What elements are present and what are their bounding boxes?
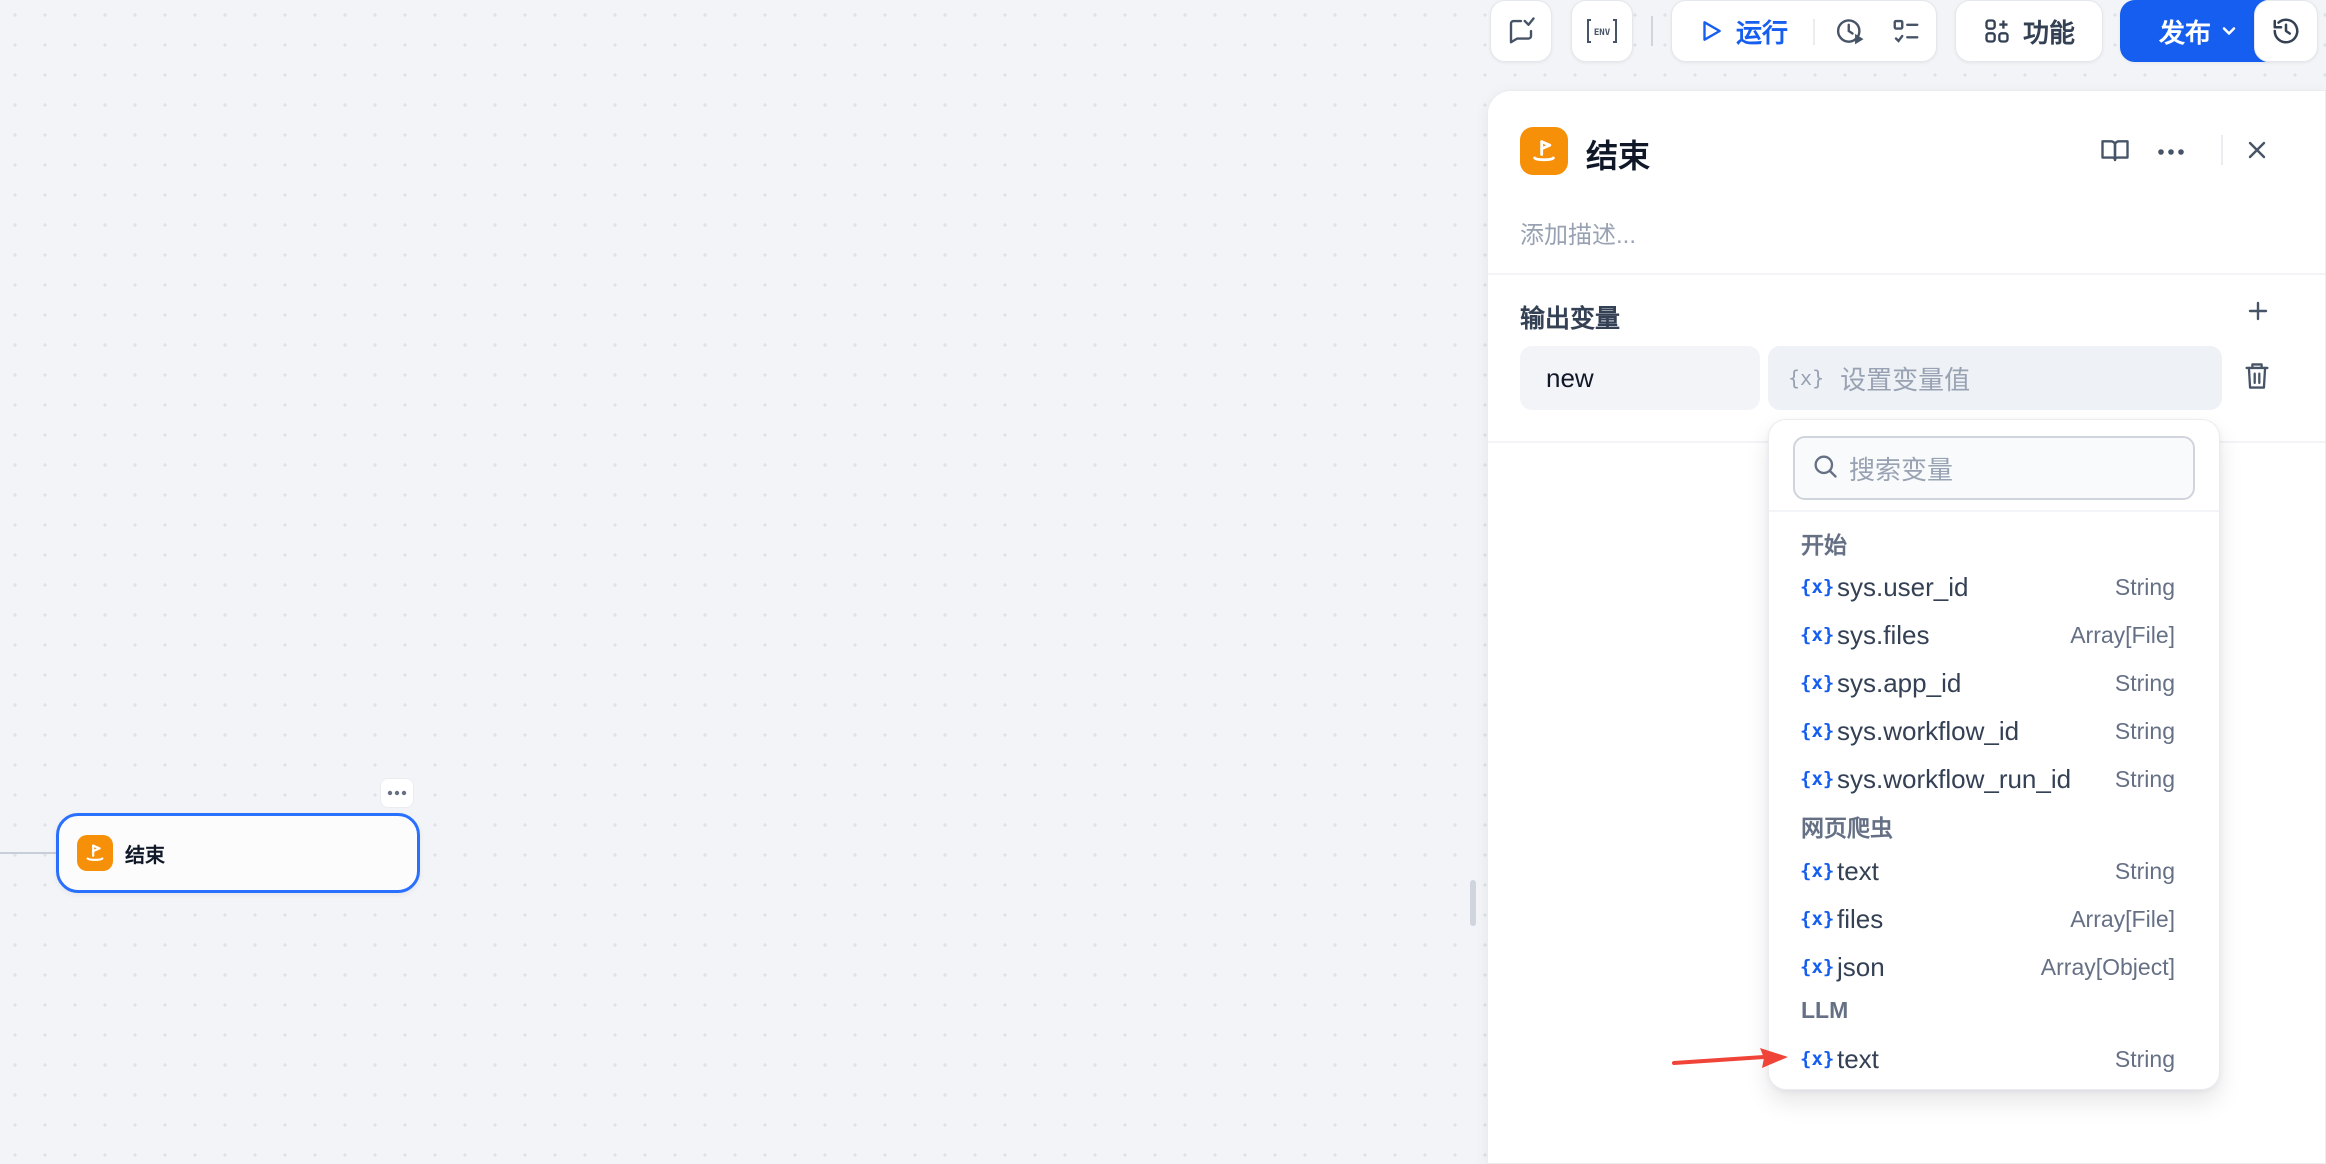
end-node-title: 结束: [125, 844, 165, 867]
run-divider: [1813, 19, 1815, 45]
variable-value-placeholder: 设置变量值: [1840, 364, 1971, 395]
group-title-start: 开始: [1801, 532, 1847, 558]
variable-option-type: String: [2114, 857, 2175, 884]
play-icon: [1698, 18, 1724, 44]
description-input[interactable]: 添加描述...: [1520, 215, 1636, 250]
variable-option-type: Array[File]: [2070, 621, 2175, 648]
variable-option[interactable]: {x} text String: [1769, 847, 2219, 895]
env-icon: ENV: [1586, 17, 1618, 45]
features-label: 功能: [2022, 17, 2075, 48]
variable-option[interactable]: {x} json Array[Object]: [1769, 943, 2219, 991]
header-divider: [2221, 135, 2223, 165]
variable-option[interactable]: {x} sys.app_id String: [1769, 659, 2219, 707]
docs-button[interactable]: [2098, 135, 2132, 169]
red-arrow-annotation: [1672, 1048, 1788, 1068]
variable-option-name: json: [1837, 951, 1885, 982]
variable-value-selector[interactable]: {x} 设置变量值: [1768, 346, 2222, 410]
variable-icon: {x}: [1800, 1048, 1835, 1070]
run-button[interactable]: 运行: [1672, 1, 1812, 61]
close-panel-button[interactable]: [2240, 135, 2274, 169]
features-button[interactable]: 功能: [1955, 0, 2103, 62]
variable-option-name: sys.app_id: [1837, 667, 1962, 698]
group-title-web-crawler: 网页爬虫: [1801, 815, 1893, 841]
panel-resize-handle[interactable]: [1470, 880, 1476, 926]
variable-option[interactable]: {x} sys.files Array[File]: [1769, 611, 2219, 659]
variable-option-name: files: [1837, 903, 1884, 934]
comment-check-button[interactable]: [1490, 0, 1552, 62]
panel-divider: [1488, 273, 2325, 275]
variable-icon: {x}: [1800, 720, 1835, 742]
variable-icon: {x}: [1800, 624, 1835, 646]
variable-option[interactable]: {x} sys.workflow_id String: [1769, 707, 2219, 755]
variable-icon: {x}: [1800, 908, 1835, 930]
variable-icon: {x}: [1800, 956, 1835, 978]
book-open-icon: [2100, 135, 2130, 170]
version-history-button[interactable]: [2254, 0, 2318, 62]
plus-icon: [2246, 299, 2270, 328]
variable-icon: {x}: [1800, 672, 1835, 694]
variable-option[interactable]: {x} files Array[File]: [1769, 895, 2219, 943]
add-variable-button[interactable]: [2242, 297, 2274, 329]
variable-icon: {x}: [1800, 768, 1835, 790]
variable-option[interactable]: {x} sys.workflow_run_id String: [1769, 755, 2219, 803]
variable-icon: {x}: [1788, 366, 1825, 390]
publish-label: 发布: [2158, 17, 2211, 48]
search-placeholder: 搜索变量: [1849, 454, 1954, 485]
chevron-down-icon: [2219, 21, 2239, 41]
dropdown-divider: [1769, 510, 2219, 512]
workflow-edge: [0, 852, 56, 854]
comment-check-icon: [1506, 16, 1536, 46]
end-icon: [77, 835, 113, 871]
clock-play-icon: [1835, 16, 1865, 46]
variable-option-name: sys.workflow_run_id: [1837, 763, 2072, 794]
variable-option-name: sys.files: [1837, 619, 1930, 650]
checklist-button[interactable]: [1878, 1, 1934, 61]
variable-picker-dropdown: 搜索变量 开始 {x} sys.user_id String {x} sys.f…: [1768, 419, 2220, 1090]
output-variables-title: 输出变量: [1520, 305, 1621, 333]
variable-option-name: sys.workflow_id: [1837, 715, 2020, 746]
variable-option-type: String: [2114, 765, 2175, 792]
grid-plus-icon: [1983, 17, 2011, 45]
variable-icon: {x}: [1800, 860, 1835, 882]
panel-title: 结束: [1586, 138, 1651, 174]
variable-option-type: Array[File]: [2070, 905, 2175, 932]
variable-option[interactable]: {x} sys.user_id String: [1769, 563, 2219, 611]
close-icon: [2245, 138, 2269, 167]
variable-option-name: sys.user_id: [1837, 571, 1969, 602]
more-horizontal-icon: [2157, 143, 2185, 161]
variable-option-type: String: [2114, 717, 2175, 744]
variable-option-name: text: [1837, 855, 1879, 886]
checklist-icon: [1891, 16, 1921, 46]
run-group: 运行: [1671, 0, 1937, 62]
variable-icon: {x}: [1800, 576, 1835, 598]
variable-option-type: String: [2114, 1045, 2175, 1072]
end-icon: [1520, 127, 1568, 175]
trash-icon: [2243, 361, 2271, 396]
variable-option[interactable]: {x} text String: [1769, 1035, 2219, 1083]
variable-option-type: Array[Object]: [2040, 953, 2175, 980]
delete-variable-button[interactable]: [2240, 361, 2274, 395]
group-title-llm: LLM: [1801, 997, 1849, 1023]
panel-more-button[interactable]: [2154, 135, 2188, 169]
variable-name-input[interactable]: new: [1520, 346, 1760, 410]
variable-option-type: String: [2114, 669, 2175, 696]
run-label: 运行: [1736, 17, 1789, 48]
variable-search-input[interactable]: 搜索变量: [1793, 436, 2195, 500]
end-node[interactable]: 结束: [56, 813, 420, 893]
toolbar-divider: [1651, 16, 1653, 46]
search-icon: [1811, 452, 1839, 485]
history-icon: [2271, 16, 2301, 46]
run-history-button[interactable]: [1822, 1, 1878, 61]
variable-option-type: String: [2114, 573, 2175, 600]
variable-option-name: text: [1837, 1043, 1879, 1074]
node-more-button[interactable]: [380, 778, 414, 808]
env-button[interactable]: ENV: [1571, 0, 1633, 62]
svg-text:ENV: ENV: [1594, 28, 1611, 38]
